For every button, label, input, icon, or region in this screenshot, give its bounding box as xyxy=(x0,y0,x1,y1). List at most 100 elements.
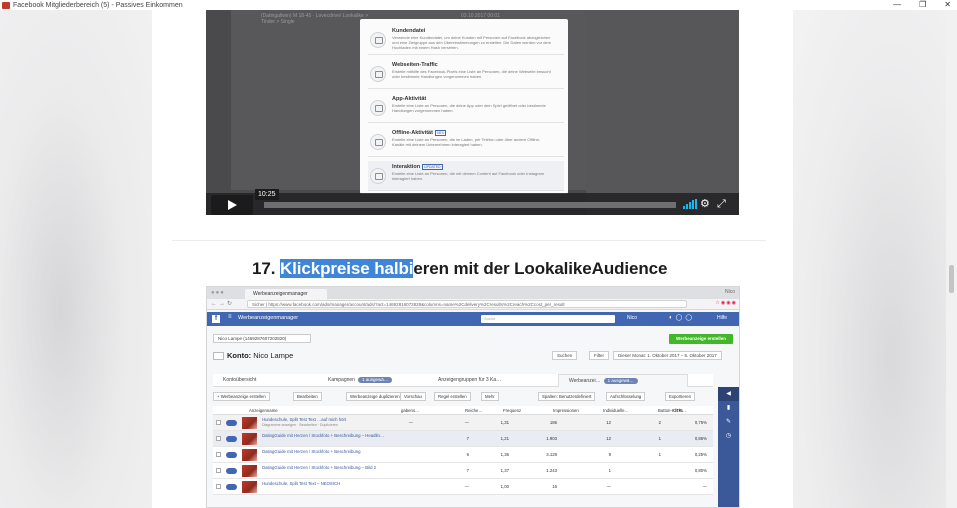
level-tab-label: Anzeigengruppen für 3 Ka… xyxy=(438,377,502,383)
table-row: Hundeschule, Split Test Text – NEOSICH — 1… xyxy=(213,479,713,495)
cell-value: — xyxy=(464,420,469,425)
option-title: Kundendatei xyxy=(392,28,425,34)
fullscreen-icon[interactable]: ⤢ xyxy=(717,197,726,211)
option-desc: Erstelle mithilfe des Facebook-Pixels ei… xyxy=(392,69,551,79)
ad-thumbnail xyxy=(242,465,257,477)
table-row: Hundeschule, Split Test Text …auf mich h… xyxy=(213,415,713,431)
ad-thumbnail xyxy=(242,433,257,445)
cell-value: 1,37 xyxy=(500,468,509,473)
cell-value: 1,21 xyxy=(500,436,509,441)
minimize-button[interactable]: — xyxy=(893,0,901,9)
row-checkbox xyxy=(216,452,221,457)
option-title: Offline-Aktivität NEU xyxy=(392,130,447,136)
restore-button[interactable]: ❐ xyxy=(919,0,926,9)
toolbar-button: Exportieren xyxy=(665,392,695,401)
konto-icon xyxy=(213,352,224,361)
fb-app-name: Werbeanzeigenmanager xyxy=(238,315,299,321)
cell-value: 7 xyxy=(466,436,469,441)
option-icon xyxy=(370,100,386,116)
video-player[interactable]: (Datingaltwin) M 18-45 · Lovecdrive/ Loo… xyxy=(206,10,739,215)
cell-value: 1.243 xyxy=(546,468,557,473)
browser-tabbar: ●●● Werbeanzeigenmanager Nico xyxy=(207,287,739,299)
cell-value: 186 xyxy=(549,420,557,425)
konto-name: Nico Lampe xyxy=(253,351,294,360)
ad-name: DatingGuide mit Herzen / Stockfoto + Bes… xyxy=(262,433,385,438)
play-button[interactable] xyxy=(211,195,253,215)
video-controls: 10:25 ⚙ ⤢ xyxy=(206,189,739,215)
video-right-panel xyxy=(586,10,739,215)
column-header: Individuelle… xyxy=(603,408,629,413)
cell-value: 6 xyxy=(466,452,469,457)
row-toggle xyxy=(226,420,237,426)
collapse-icon: ◀ xyxy=(718,387,739,401)
option-tag: UPDATED xyxy=(422,164,443,170)
filter-button: Filter xyxy=(589,351,609,360)
app-icon xyxy=(2,1,10,9)
audience-option: Offline-Aktivität NEU Erstelle eine Liste … xyxy=(368,127,564,157)
option-tag: NEU xyxy=(434,130,447,136)
cell-value: 1,36 xyxy=(500,452,509,457)
table-row: DatingGuide mit Herzen / Stockfoto + Bes… xyxy=(213,463,713,479)
table-row: DatingGuide mit Herzen / Stockfoto + Bes… xyxy=(213,431,713,447)
option-title: App-Aktivität xyxy=(392,96,426,102)
toolbar-button: + Werbeanzeige erstellen xyxy=(213,392,270,401)
cell-value: — xyxy=(702,484,707,489)
cell-value: 1 xyxy=(608,468,611,473)
close-button[interactable]: ✕ xyxy=(944,0,951,9)
date-range-button: Dieser Monat: 1. Oktober 2017 – 5. Oktob… xyxy=(613,351,722,360)
option-title: Interaktion UPDATED xyxy=(392,164,443,170)
bg-row-text: (Datingaltwin) M 18-45 · Lovecdrive/ Loo… xyxy=(261,13,369,25)
cell-value: — xyxy=(606,484,611,489)
section-divider xyxy=(172,240,766,241)
cell-value: 1 xyxy=(658,436,661,441)
option-title-text: Interaktion xyxy=(392,164,421,170)
level-tab: Werbeanzei… 1 ausgewä… xyxy=(558,374,688,387)
level-tab-label: Kampagnen xyxy=(328,377,355,383)
option-title-text: App-Aktivität xyxy=(392,96,427,102)
heading-prefix: 17. xyxy=(252,259,280,278)
cell-value: 16 xyxy=(552,484,557,489)
heading-selection: Klickpreise halbi xyxy=(279,259,414,278)
cell-value: 7 xyxy=(466,468,469,473)
cell-value: 3.129 xyxy=(546,452,557,457)
cell-value: 1,31 xyxy=(500,420,509,425)
row-toggle xyxy=(226,484,237,490)
cell-value: 1,00 xyxy=(500,484,509,489)
scrollbar-thumb[interactable] xyxy=(949,265,954,293)
ad-name: Hundeschule, Split Test Text – NEOSICH xyxy=(262,481,341,486)
cell-value: 1 xyxy=(658,452,661,457)
cell-value: 2 xyxy=(658,420,661,425)
video-progress-bar[interactable] xyxy=(264,202,676,208)
volume-icon[interactable] xyxy=(683,199,697,209)
cell-value: 0,75% xyxy=(694,420,707,425)
ads-manager-screenshot: ●●● Werbeanzeigenmanager Nico ←→↻ Sicher… xyxy=(206,286,740,508)
row-checkbox xyxy=(216,484,221,489)
fb-notification-icons: ◐◯◯ xyxy=(669,315,696,321)
chart-icon: ▮ xyxy=(726,405,731,411)
edit-icon: ✎ xyxy=(725,419,732,425)
ad-name: DatingGuide mit Herzen / Stockfoto + Bes… xyxy=(262,449,361,454)
history-icon: ◷ xyxy=(725,433,732,439)
cell-value: 0,25% xyxy=(694,452,707,457)
cell-value: 12 xyxy=(606,436,611,441)
level-tab: Kontoübersicht xyxy=(213,374,313,387)
row-checkbox xyxy=(216,420,221,425)
browser-nav-icons: ←→↻ xyxy=(211,301,235,307)
audience-option: Interaktion UPDATED Erstelle eine Liste an… xyxy=(368,161,564,191)
browser-url: Sicher | https://www.facebook.com/ads/ma… xyxy=(247,300,687,308)
toolbar-button: Mehr xyxy=(481,392,499,401)
option-title-text: Webseiten-Traffic xyxy=(392,62,438,68)
ads-table: Anzeigenname gabens… Reiche… Frequenz Impres… xyxy=(213,406,713,495)
ad-thumbnail xyxy=(242,481,257,493)
konto-label: Konto: xyxy=(227,351,252,360)
option-desc: Erstelle eine Liste an Personen, die dei… xyxy=(392,103,546,113)
gear-icon[interactable]: ⚙ xyxy=(700,197,710,211)
row-checkbox xyxy=(216,468,221,473)
window-dots: ●●● xyxy=(211,290,225,296)
create-ad-button: Werbeanzeige erstellen xyxy=(669,334,733,344)
menu-icon: ≡ xyxy=(228,314,232,320)
row-checkbox xyxy=(216,436,221,441)
option-desc: Verwende eine Kundendatei, um deine Kund… xyxy=(392,35,551,50)
cell-value: 0,80% xyxy=(694,468,707,473)
page-scrollbar[interactable] xyxy=(946,10,957,508)
